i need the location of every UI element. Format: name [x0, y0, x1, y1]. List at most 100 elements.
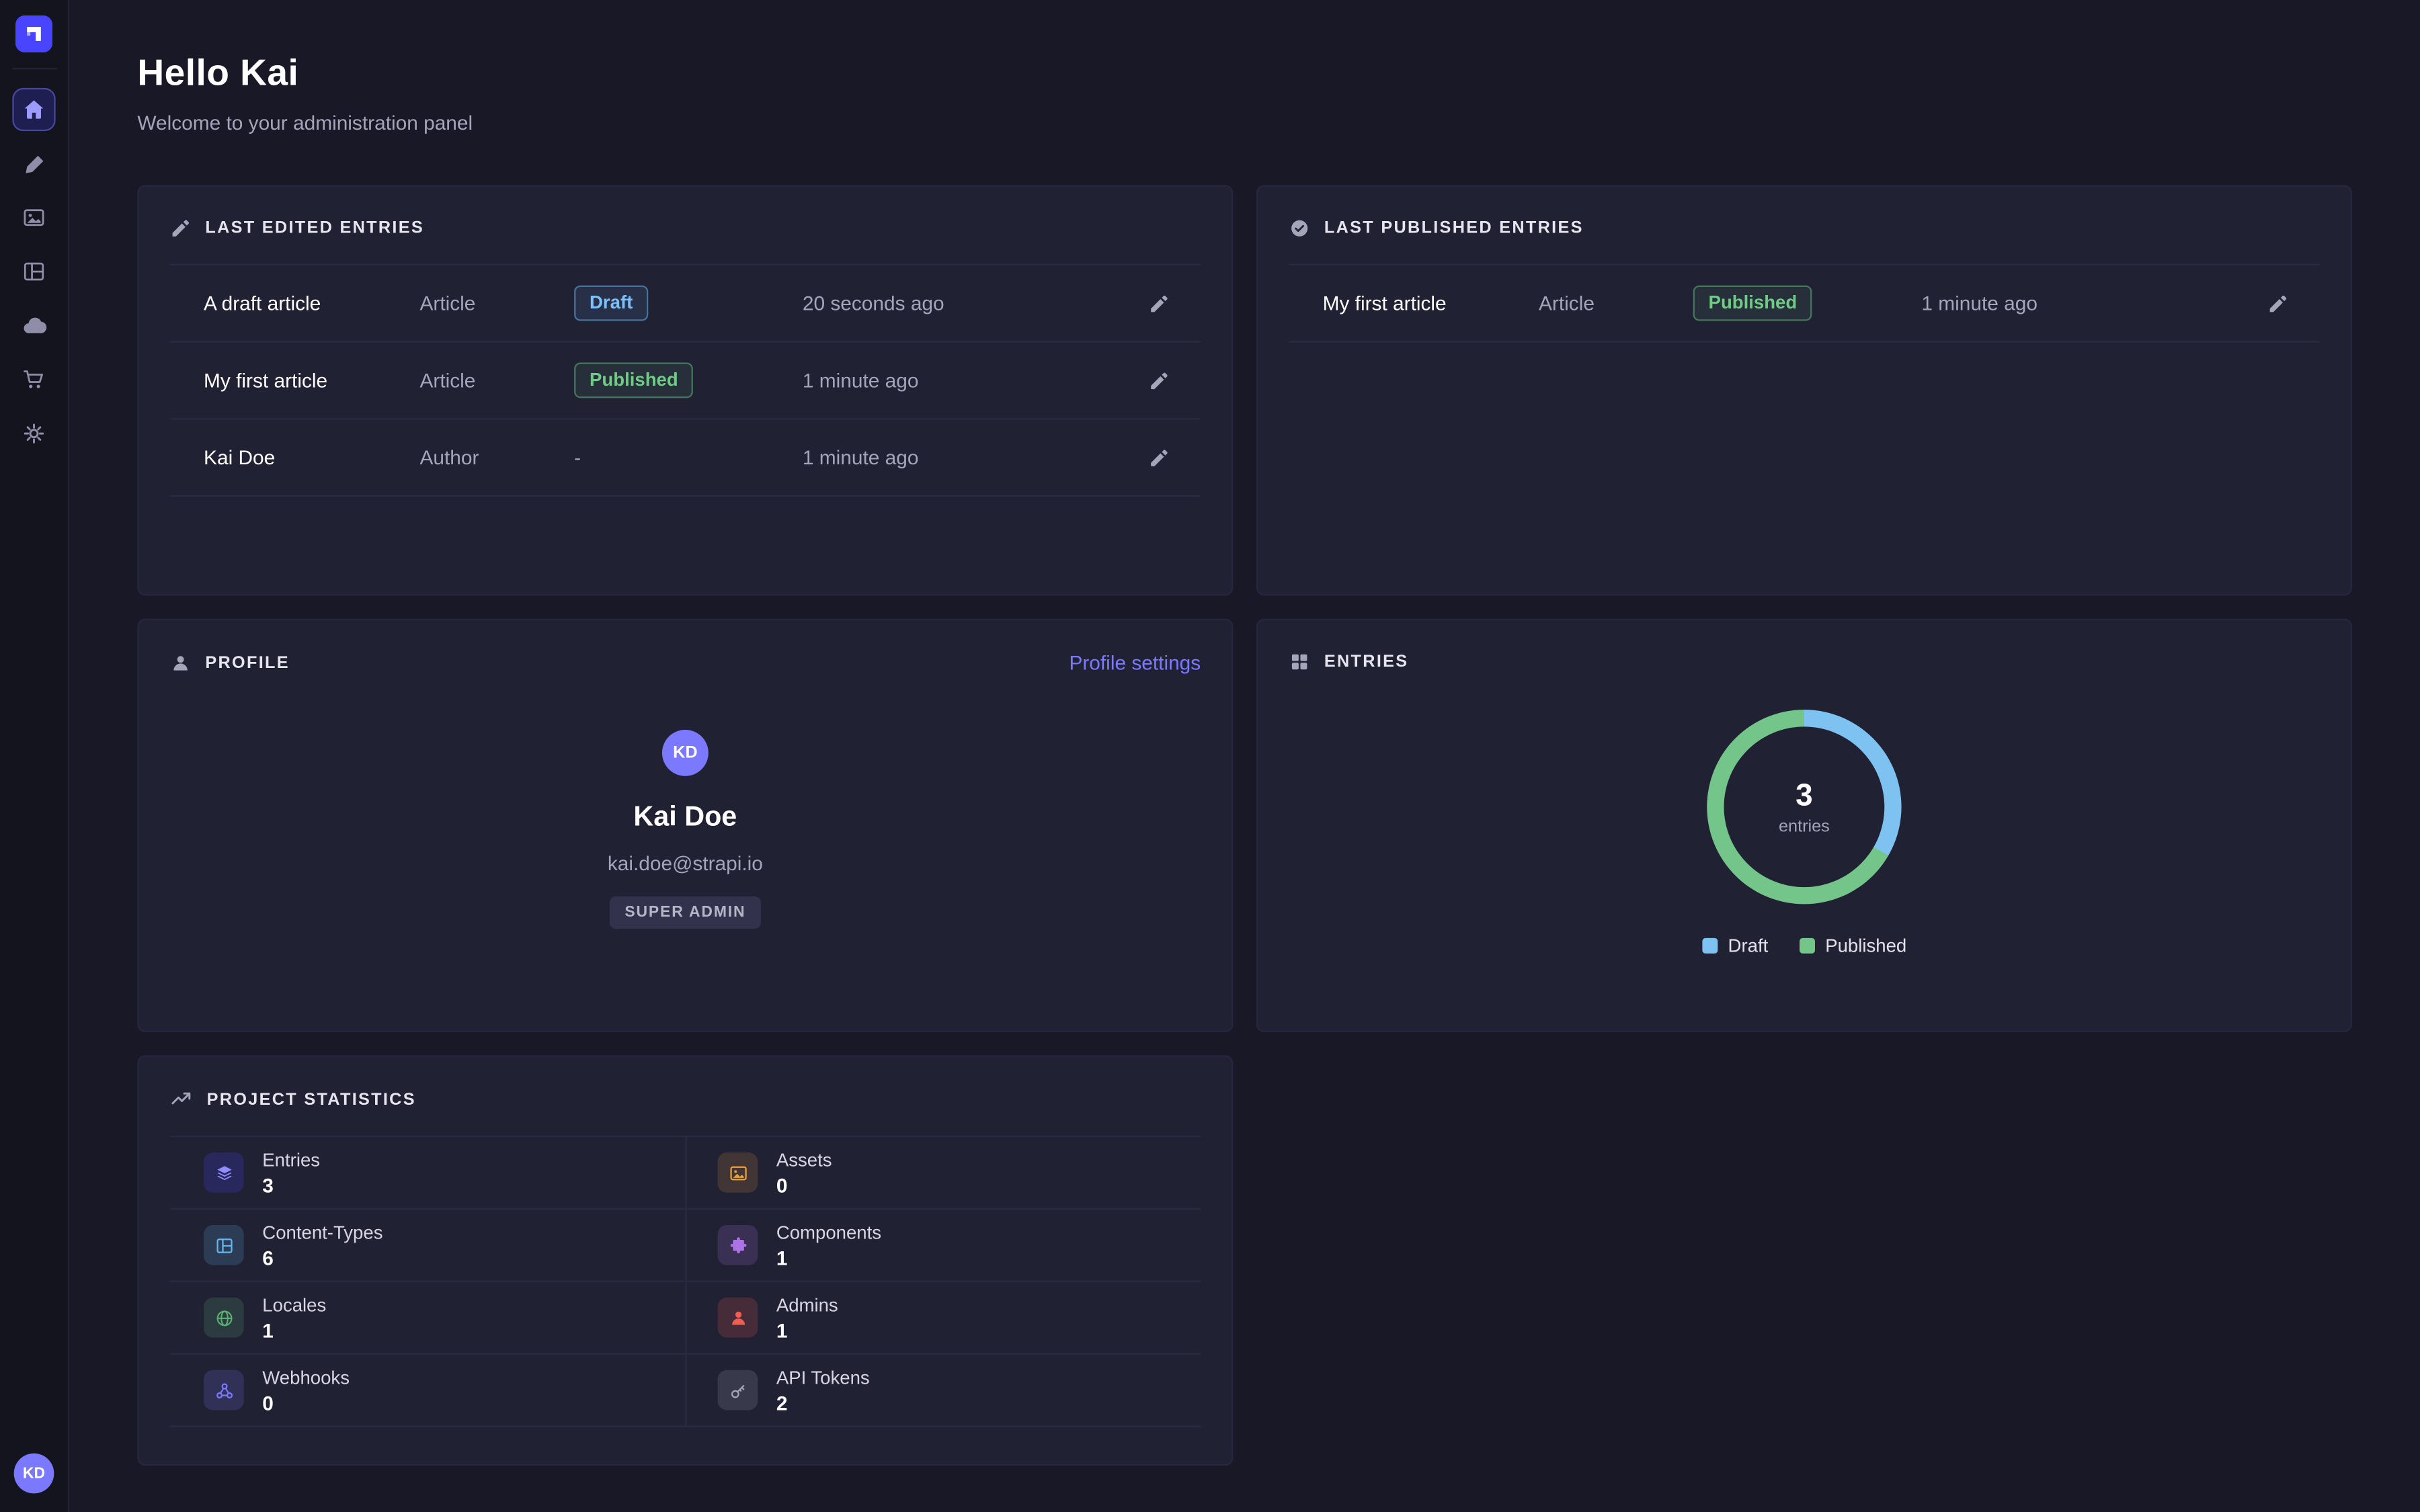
stat-admins: Admins 1	[685, 1282, 1201, 1355]
sidebar-item-content-manager[interactable]	[12, 142, 55, 185]
stat-value: 2	[776, 1391, 870, 1414]
locales-icon	[204, 1298, 244, 1338]
role-badge: SUPER ADMIN	[609, 896, 761, 929]
api-tokens-key-icon	[718, 1370, 758, 1411]
sidebar: KD	[0, 0, 69, 1512]
status-badge: Published	[574, 362, 694, 398]
card-header: LAST PUBLISHED ENTRIES	[1289, 218, 2320, 239]
entry-row[interactable]: A draft article Article Draft 20 seconds…	[170, 265, 1201, 343]
stat-content-types: Content-Types 6	[170, 1210, 686, 1282]
entry-type: Article	[1539, 292, 1693, 314]
entry-name: Kai Doe	[204, 446, 419, 469]
edit-entry-button[interactable]	[1139, 283, 1179, 323]
pencil-icon	[1148, 370, 1170, 391]
entry-row[interactable]: My first article Article Published 1 min…	[1289, 265, 2320, 343]
sidebar-item-media-library[interactable]	[12, 196, 55, 239]
sidebar-item-content-type-builder[interactable]	[12, 250, 55, 293]
strapi-logo[interactable]	[15, 15, 52, 52]
entry-name: My first article	[1323, 292, 1539, 314]
widget-grid: LAST EDITED ENTRIES A draft article Arti…	[137, 185, 2352, 1466]
stat-label: API Tokens	[776, 1366, 870, 1388]
admins-icon	[718, 1298, 758, 1338]
last-published-entries-card: LAST PUBLISHED ENTRIES My first article …	[1256, 185, 2352, 596]
apps-grid-icon	[1289, 651, 1310, 673]
stat-value: 0	[262, 1391, 350, 1414]
content-types-icon	[204, 1225, 244, 1265]
stat-label: Components	[776, 1221, 881, 1243]
stat-value: 1	[776, 1246, 881, 1269]
card-title: LAST EDITED ENTRIES	[205, 219, 424, 238]
sidebar-item-marketplace[interactable]	[12, 358, 55, 401]
entry-row[interactable]: My first article Article Published 1 min…	[170, 343, 1201, 420]
entry-name: My first article	[204, 369, 419, 392]
entry-time: 1 minute ago	[1921, 292, 2258, 314]
entries-count: 3	[1796, 778, 1813, 814]
edit-entry-button[interactable]	[1139, 360, 1179, 401]
entry-name: A draft article	[204, 292, 419, 314]
card-title: ENTRIES	[1324, 653, 1409, 671]
page-subtitle: Welcome to your administration panel	[137, 111, 2352, 134]
strapi-admin-dashboard: KD Hello Kai Welcome to your administrat…	[0, 0, 2420, 1512]
sidebar-item-home[interactable]	[12, 88, 55, 131]
entry-time: 20 seconds ago	[803, 292, 1139, 314]
trending-up-icon	[170, 1088, 193, 1111]
entry-type: Article	[419, 369, 574, 392]
stats-grid: Entries3 Assets0 Content-Types6 Componen…	[170, 1136, 1201, 1427]
card-header: PROFILE Profile settings	[170, 651, 1201, 674]
last-edited-table: A draft article Article Draft 20 seconds…	[170, 264, 1201, 497]
last-edited-entries-card: LAST EDITED ENTRIES A draft article Arti…	[137, 185, 1233, 596]
stat-webhooks: Webhooks 0	[170, 1355, 686, 1427]
stat-label: Locales	[262, 1294, 326, 1315]
sidebar-item-deploy[interactable]	[12, 304, 55, 347]
stat-label: Webhooks	[262, 1366, 350, 1388]
content-manager-pen-icon	[22, 152, 45, 175]
sidebar-bottom: KD	[14, 1454, 54, 1494]
legend-item-published: Published	[1799, 935, 1906, 956]
entries-donut: 3 entries	[1707, 710, 1901, 904]
entries-count-label: entries	[1779, 817, 1830, 836]
sidebar-nav	[12, 88, 55, 455]
entry-time: 1 minute ago	[803, 446, 1139, 469]
sidebar-divider	[11, 68, 56, 69]
entry-row[interactable]: Kai Doe Author - 1 minute ago	[170, 419, 1201, 497]
home-icon	[22, 97, 46, 122]
profile-body: KD Kai Doe kai.doe@strapi.io SUPER ADMIN	[170, 730, 1201, 929]
status-badge: Draft	[574, 286, 648, 321]
profile-avatar: KD	[662, 730, 709, 776]
content-type-builder-icon	[22, 259, 46, 284]
entry-type: Article	[419, 292, 574, 314]
published-swatch	[1799, 938, 1814, 954]
entries-card: ENTRIES 3 entries Draft	[1256, 619, 2352, 1032]
stat-value: 3	[262, 1173, 320, 1196]
pencil-icon	[170, 218, 192, 239]
stat-value: 6	[262, 1246, 382, 1269]
person-icon	[170, 652, 192, 673]
components-icon	[718, 1225, 758, 1265]
legend-item-draft: Draft	[1702, 935, 1769, 956]
webhooks-icon	[204, 1370, 244, 1411]
card-title: PROFILE	[205, 653, 290, 672]
user-avatar[interactable]: KD	[14, 1454, 54, 1494]
stat-label: Admins	[776, 1294, 838, 1315]
edit-entry-button[interactable]	[2258, 283, 2298, 323]
card-title: PROJECT STATISTICS	[207, 1090, 416, 1109]
cloud-icon	[21, 312, 47, 339]
entry-time: 1 minute ago	[803, 369, 1139, 392]
card-title: LAST PUBLISHED ENTRIES	[1324, 219, 1584, 238]
stat-label: Assets	[776, 1148, 832, 1170]
pencil-icon	[2267, 292, 2289, 314]
card-header: ENTRIES	[1289, 651, 2320, 673]
profile-name: Kai Doe	[633, 801, 737, 833]
edit-entry-button[interactable]	[1139, 437, 1179, 478]
sidebar-item-settings[interactable]	[12, 412, 55, 455]
page-title: Hello Kai	[137, 52, 2352, 95]
stat-value: 0	[776, 1173, 832, 1196]
card-header: PROJECT STATISTICS	[170, 1088, 1201, 1111]
profile-settings-link[interactable]: Profile settings	[1069, 651, 1201, 674]
draft-swatch	[1702, 938, 1718, 954]
stat-locales: Locales1	[170, 1282, 686, 1355]
status-empty: -	[574, 445, 581, 468]
stat-label: Content-Types	[262, 1221, 382, 1243]
stat-value: 1	[776, 1318, 838, 1341]
last-published-table: My first article Article Published 1 min…	[1289, 264, 2320, 343]
